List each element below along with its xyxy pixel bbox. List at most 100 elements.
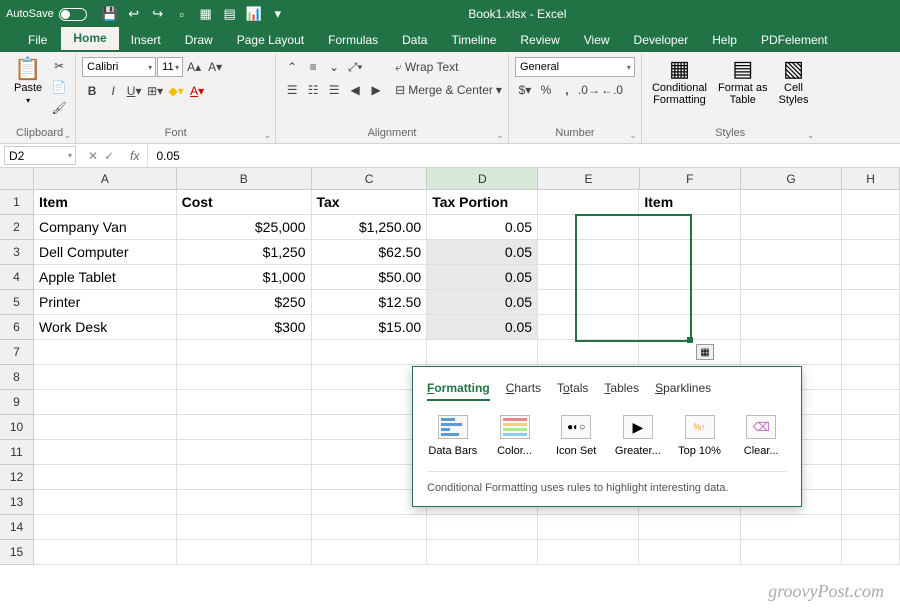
cell[interactable] [639,265,740,290]
qa-icon-set[interactable]: ●◐○Icon Set [550,415,602,457]
conditional-formatting-button[interactable]: ▦Conditional Formatting [648,56,711,108]
col-header[interactable]: F [640,168,741,190]
cell[interactable]: 0.05 [427,215,538,240]
tab-formulas[interactable]: Formulas [316,29,390,52]
cell[interactable] [312,540,428,565]
row-header[interactable]: 2 [0,215,34,240]
cell[interactable] [34,340,177,365]
row-header[interactable]: 4 [0,265,34,290]
select-all-corner[interactable] [0,168,34,190]
cell[interactable] [639,290,740,315]
number-format-combo[interactable]: General [515,57,635,77]
quick-analysis-icon[interactable]: ▦ [696,344,714,360]
qa-tab-charts[interactable]: Charts [506,379,541,401]
cell[interactable] [538,340,639,365]
tab-timeline[interactable]: Timeline [439,29,508,52]
font-color-button[interactable]: A▾ [187,81,207,101]
cell[interactable] [312,365,428,390]
cell[interactable] [842,415,900,440]
cell[interactable] [842,365,900,390]
qa-tab-sparklines[interactable]: Sparklines [655,379,711,401]
cell[interactable] [34,515,177,540]
cell[interactable]: $12.50 [312,290,428,315]
cell[interactable] [538,190,639,215]
tab-draw[interactable]: Draw [173,29,225,52]
cut-icon[interactable]: ✂ [49,56,69,76]
tab-view[interactable]: View [572,29,622,52]
underline-button[interactable]: U▾ [124,81,144,101]
cell[interactable] [312,340,428,365]
fx-icon[interactable]: fx [122,149,147,163]
cell[interactable] [842,190,900,215]
cell[interactable] [538,215,639,240]
cell[interactable]: 0.05 [427,240,538,265]
cell[interactable]: Dell Computer [34,240,177,265]
col-header[interactable]: C [312,168,428,190]
comma-icon[interactable]: , [557,80,577,100]
qa-tab-tables[interactable]: Tables [604,379,639,401]
cell[interactable] [842,340,900,365]
cell[interactable] [639,315,740,340]
undo-icon[interactable]: ↩ [123,3,145,25]
fill-color-button[interactable]: ◆▾ [166,81,186,101]
row-header[interactable]: 8 [0,365,34,390]
cell[interactable]: $300 [177,315,312,340]
enter-icon[interactable]: ✓ [104,149,114,163]
decrease-font-icon[interactable]: A▾ [205,57,225,77]
cell[interactable]: $62.50 [312,240,428,265]
cell[interactable] [538,515,639,540]
cell[interactable] [842,240,900,265]
cell[interactable]: Work Desk [34,315,177,340]
cell[interactable] [741,515,842,540]
cancel-icon[interactable]: ✕ [88,149,98,163]
row-header[interactable]: 7 [0,340,34,365]
col-header[interactable]: E [538,168,639,190]
col-header[interactable]: A [34,168,177,190]
decrease-indent-icon[interactable]: ◀ [345,80,365,100]
row-header[interactable]: 1 [0,190,34,215]
cell[interactable] [177,365,312,390]
row-header[interactable]: 13 [0,490,34,515]
cell[interactable] [312,440,428,465]
cell[interactable] [427,515,538,540]
cell[interactable] [842,390,900,415]
qat-icon[interactable]: 📊 [243,3,265,25]
cell[interactable] [741,190,842,215]
align-bottom-icon[interactable]: ⌄ [324,57,344,77]
tab-help[interactable]: Help [700,29,749,52]
cell[interactable]: 0.05 [427,315,538,340]
format-as-table-button[interactable]: ▤Format as Table [714,56,772,108]
cell[interactable] [177,465,312,490]
cell[interactable] [177,390,312,415]
cell[interactable]: $1,250.00 [312,215,428,240]
cell[interactable] [741,290,842,315]
cell[interactable]: $1,000 [177,265,312,290]
qat-icon[interactable]: ▤ [219,3,241,25]
cell[interactable] [34,440,177,465]
increase-font-icon[interactable]: A▴ [184,57,204,77]
cell[interactable]: Printer [34,290,177,315]
currency-icon[interactable]: $▾ [515,80,535,100]
cell[interactable] [538,540,639,565]
cell[interactable] [741,215,842,240]
cell[interactable] [34,540,177,565]
autosave-toggle[interactable] [59,8,87,21]
row-header[interactable]: 15 [0,540,34,565]
name-box[interactable]: D2 [4,146,76,165]
cell[interactable]: Item [34,190,177,215]
cell-styles-button[interactable]: ▧Cell Styles [775,56,813,108]
cell[interactable] [312,490,428,515]
formula-input[interactable]: 0.05 [147,144,900,167]
align-right-icon[interactable]: ☰ [324,80,344,100]
cell[interactable] [427,340,538,365]
cell[interactable] [34,365,177,390]
save-icon[interactable]: 💾 [99,3,121,25]
copy-icon[interactable]: 📄 [49,77,69,97]
tab-developer[interactable]: Developer [622,29,701,52]
decrease-decimal-icon[interactable]: ←.0 [601,80,623,100]
cell[interactable] [842,215,900,240]
cell[interactable] [538,290,639,315]
tab-insert[interactable]: Insert [119,29,173,52]
increase-decimal-icon[interactable]: .0→ [578,80,600,100]
cell[interactable] [741,340,842,365]
